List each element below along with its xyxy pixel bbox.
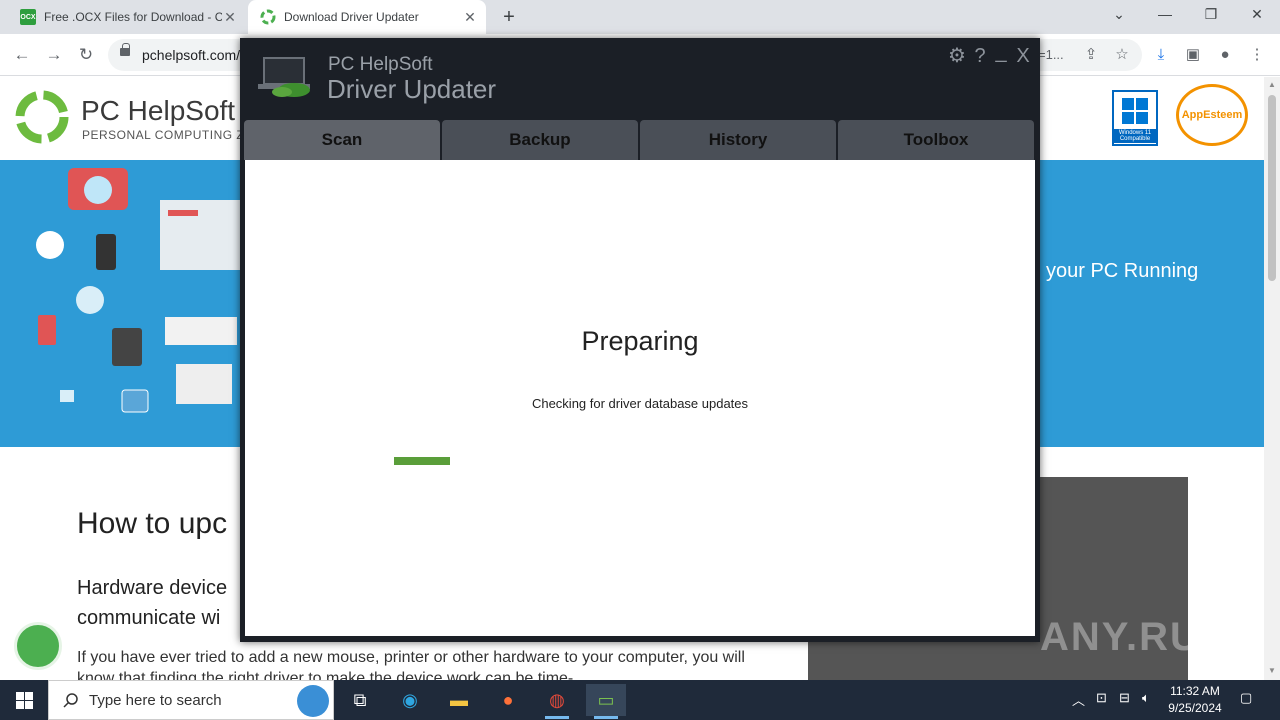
system-clock[interactable]: 11:32 AM 9/25/2024 bbox=[1162, 683, 1228, 717]
firefox-icon[interactable]: ● bbox=[488, 684, 528, 716]
settings-gear-icon[interactable]: ⚙ bbox=[946, 44, 968, 68]
help-icon[interactable]: ? bbox=[969, 44, 991, 68]
hero-tagline: your PC Running bbox=[1046, 260, 1199, 282]
ocx-favicon-icon: OCX bbox=[20, 9, 36, 25]
window-close-button[interactable]: ✕ bbox=[1234, 0, 1280, 30]
browser-tab-ocx[interactable]: OCX Free .OCX Files for Download - C ✕ bbox=[8, 0, 246, 34]
status-title: Preparing bbox=[581, 326, 699, 356]
app-brand: PC HelpSoft bbox=[328, 54, 433, 75]
app-titlebar[interactable]: PC HelpSoft Driver Updater ⚙ ? _ X bbox=[240, 38, 1040, 120]
search-icon bbox=[63, 693, 78, 708]
window-restore-button[interactable]: ❐ bbox=[1188, 0, 1234, 30]
reload-icon[interactable]: ↻ bbox=[73, 42, 99, 68]
side-panel-icon[interactable]: ▣ bbox=[1182, 44, 1204, 66]
site-tagline: PERSONAL COMPUTING ZEN bbox=[82, 128, 262, 142]
scroll-down-icon[interactable]: ▼ bbox=[1268, 667, 1276, 675]
back-icon[interactable]: ← bbox=[9, 42, 35, 68]
download-icon[interactable]: ⤓ bbox=[1150, 44, 1172, 66]
browser-tabstrip: OCX Free .OCX Files for Download - C ✕ D… bbox=[0, 0, 1280, 34]
taskbar: Type here to search ⧉ ◉ ▬ ● ◍ ▭ ︿ ⊡ ⊟ 🔈︎… bbox=[0, 680, 1280, 720]
driver-updater-window: PC HelpSoft Driver Updater ⚙ ? _ X Scan … bbox=[240, 38, 1040, 642]
app-product-name: Driver Updater bbox=[327, 74, 497, 104]
tab-scan[interactable]: Scan bbox=[244, 120, 440, 160]
tab-title: Free .OCX Files for Download - C bbox=[44, 10, 222, 24]
windows-start-button[interactable] bbox=[0, 680, 48, 720]
pchelpsoft-logo-icon bbox=[15, 90, 69, 144]
menu-dots-icon[interactable]: ⋮ bbox=[1246, 44, 1268, 66]
url-text-tail: =1... bbox=[1038, 47, 1064, 62]
tab-title: Download Driver Updater bbox=[284, 10, 419, 24]
bookmark-star-icon[interactable]: ☆ bbox=[1111, 44, 1133, 66]
driver-updater-taskbar-icon[interactable]: ▭ bbox=[586, 684, 626, 719]
article-lead: Hardware device communicate wi bbox=[77, 577, 228, 629]
tray-app-icon[interactable]: ⊡ bbox=[1096, 690, 1107, 706]
progress-bar bbox=[394, 457, 884, 465]
article-body: If you have ever tried to add a new mous… bbox=[77, 649, 745, 680]
close-button[interactable]: X bbox=[1012, 44, 1034, 68]
url-text: pchelpsoft.com/ bbox=[142, 47, 241, 63]
volume-icon[interactable]: 🔈︎ bbox=[1142, 690, 1150, 706]
progress-indicator bbox=[394, 457, 450, 465]
search-placeholder: Type here to search bbox=[89, 692, 222, 709]
network-icon[interactable]: ⊟ bbox=[1119, 690, 1130, 706]
page-scrollbar[interactable]: ▲ ▼ bbox=[1264, 77, 1280, 680]
file-explorer-icon[interactable]: ▬ bbox=[439, 684, 479, 716]
app-tabs: Scan Backup History Toolbox bbox=[244, 120, 1036, 160]
tab-toolbox[interactable]: Toolbox bbox=[838, 120, 1034, 160]
chrome-icon[interactable]: ◍ bbox=[537, 684, 577, 719]
scroll-up-icon[interactable]: ▲ bbox=[1268, 81, 1276, 89]
task-view-icon[interactable]: ⧉ bbox=[340, 684, 380, 716]
taskbar-search-box[interactable]: Type here to search bbox=[48, 680, 334, 720]
edge-browser-icon[interactable]: ◉ bbox=[390, 684, 430, 716]
forward-icon[interactable]: → bbox=[41, 42, 67, 68]
devices-illustration-icon bbox=[36, 168, 240, 413]
tab-search-icon[interactable]: ⌄ bbox=[1096, 0, 1142, 30]
article-heading: How to upc bbox=[77, 507, 228, 540]
scan-panel: Preparing Checking for driver database u… bbox=[245, 160, 1035, 636]
lock-icon bbox=[120, 43, 130, 56]
cookie-settings-icon[interactable] bbox=[14, 622, 62, 670]
appesteem-badge: AppEsteem bbox=[1176, 84, 1248, 146]
site-brand[interactable]: PC HelpSoft bbox=[81, 95, 235, 127]
close-tab-icon[interactable]: ✕ bbox=[462, 9, 478, 25]
browser-tab-driver-updater[interactable]: Download Driver Updater ✕ bbox=[248, 0, 486, 34]
search-highlight-globe-icon bbox=[297, 685, 329, 717]
laptop-leaf-logo-icon bbox=[258, 57, 310, 97]
tab-backup[interactable]: Backup bbox=[442, 120, 638, 160]
share-icon[interactable]: ⇪ bbox=[1080, 44, 1102, 66]
anyrun-watermark: ANY.RUN bbox=[1040, 615, 1232, 659]
notifications-icon[interactable]: ▢ bbox=[1240, 690, 1252, 706]
window-minimize-button[interactable]: — bbox=[1142, 0, 1188, 30]
profile-avatar-icon[interactable]: ● bbox=[1214, 44, 1236, 66]
status-subtitle: Checking for driver database updates bbox=[531, 396, 749, 411]
close-tab-icon[interactable]: ✕ bbox=[222, 9, 238, 25]
windows-11-compatible-badge: Windows 11 Compatible bbox=[1112, 90, 1158, 146]
minimize-button[interactable]: _ bbox=[990, 40, 1012, 64]
tray-chevron-icon[interactable]: ︿ bbox=[1072, 690, 1085, 709]
tab-history[interactable]: History bbox=[640, 120, 836, 160]
scrollbar-thumb[interactable] bbox=[1268, 95, 1276, 281]
pchelpsoft-favicon-icon bbox=[260, 9, 276, 25]
new-tab-button[interactable]: + bbox=[498, 6, 520, 28]
